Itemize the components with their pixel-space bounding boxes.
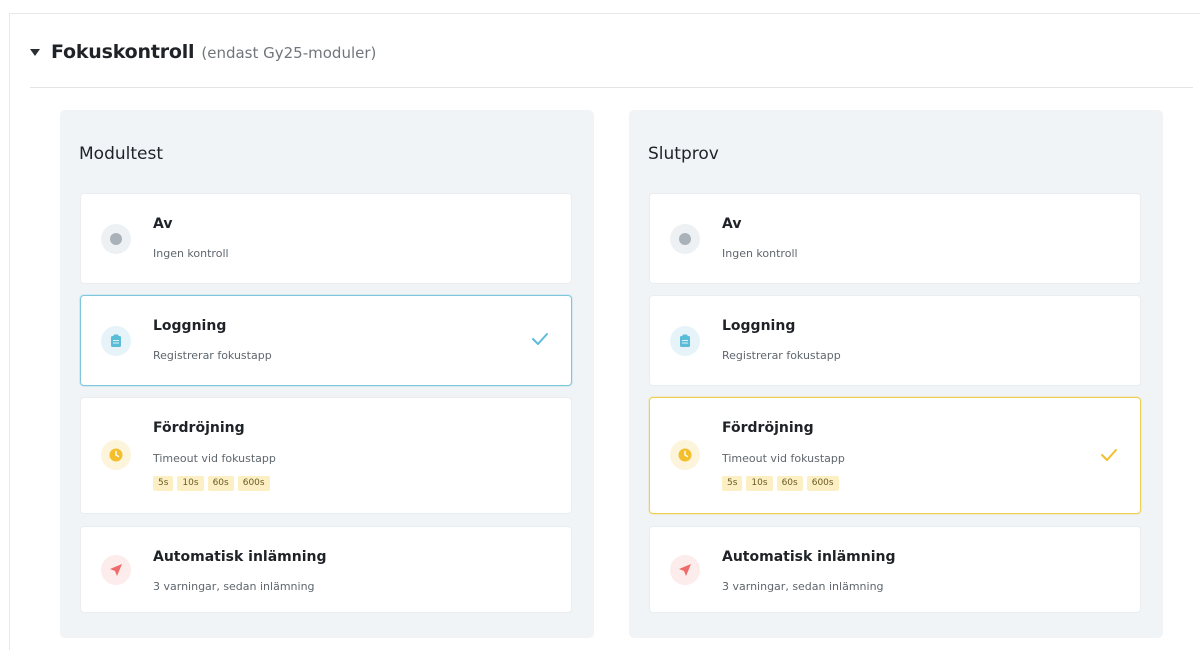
circle-dot-icon <box>101 224 131 254</box>
panel-modultest: Modultest Av Ingen kontroll Loggning Reg… <box>60 110 594 638</box>
option-logging[interactable]: Loggning Registrerar fokustapp <box>649 295 1141 386</box>
chip-timeout[interactable]: 600s <box>237 476 270 491</box>
option-title: Av <box>153 216 173 232</box>
clipboard-icon <box>101 326 131 356</box>
timeout-chips: 5s 10s 60s 600s <box>722 476 839 491</box>
timeout-chips: 5s 10s 60s 600s <box>153 476 270 491</box>
option-title: Automatisk inlämning <box>153 549 327 565</box>
option-title: Fördröjning <box>153 420 245 436</box>
option-desc: 3 varningar, sedan inlämning <box>722 580 884 593</box>
check-icon <box>1100 447 1118 466</box>
chip-timeout[interactable]: 60s <box>207 476 234 491</box>
option-delay[interactable]: Fördröjning Timeout vid fokustapp 5s 10s… <box>649 397 1141 514</box>
option-off[interactable]: Av Ingen kontroll <box>80 193 572 284</box>
chip-timeout[interactable]: 600s <box>806 476 839 491</box>
clipboard-icon <box>670 326 700 356</box>
option-title: Av <box>722 216 742 232</box>
option-logging[interactable]: Loggning Registrerar fokustapp <box>80 295 572 386</box>
option-desc: Timeout vid fokustapp <box>722 452 845 465</box>
circle-dot-icon <box>670 224 700 254</box>
check-icon <box>531 331 549 350</box>
option-title: Loggning <box>153 318 227 334</box>
option-desc: Registrerar fokustapp <box>153 349 272 362</box>
option-auto-submit[interactable]: Automatisk inlämning 3 varningar, sedan … <box>80 526 572 613</box>
option-title: Automatisk inlämning <box>722 549 896 565</box>
send-icon <box>101 555 131 585</box>
chip-timeout[interactable]: 60s <box>776 476 803 491</box>
section-title: Fokuskontroll <box>51 41 195 63</box>
option-desc: Registrerar fokustapp <box>722 349 841 362</box>
caret-down-icon[interactable] <box>30 49 40 56</box>
option-desc: Ingen kontroll <box>153 247 229 260</box>
chip-timeout[interactable]: 5s <box>722 476 743 491</box>
section-subtitle: (endast Gy25-moduler) <box>201 44 377 62</box>
panel-slutprov: Slutprov Av Ingen kontroll Loggning Regi… <box>629 110 1163 638</box>
option-title: Fördröjning <box>722 420 814 436</box>
send-icon <box>670 555 700 585</box>
panel-title: Modultest <box>79 144 164 164</box>
section-header-focus-control[interactable]: Fokuskontroll (endast Gy25-moduler) <box>30 36 376 68</box>
clock-icon <box>101 440 131 470</box>
chip-timeout[interactable]: 10s <box>177 476 204 491</box>
option-off[interactable]: Av Ingen kontroll <box>649 193 1141 284</box>
panel-title: Slutprov <box>648 144 719 164</box>
section-divider <box>30 87 1193 88</box>
option-desc: Ingen kontroll <box>722 247 798 260</box>
option-auto-submit[interactable]: Automatisk inlämning 3 varningar, sedan … <box>649 526 1141 613</box>
option-desc: Timeout vid fokustapp <box>153 452 276 465</box>
chip-timeout[interactable]: 10s <box>746 476 773 491</box>
option-title: Loggning <box>722 318 796 334</box>
option-desc: 3 varningar, sedan inlämning <box>153 580 315 593</box>
clock-icon <box>670 440 700 470</box>
option-delay[interactable]: Fördröjning Timeout vid fokustapp 5s 10s… <box>80 397 572 514</box>
chip-timeout[interactable]: 5s <box>153 476 174 491</box>
